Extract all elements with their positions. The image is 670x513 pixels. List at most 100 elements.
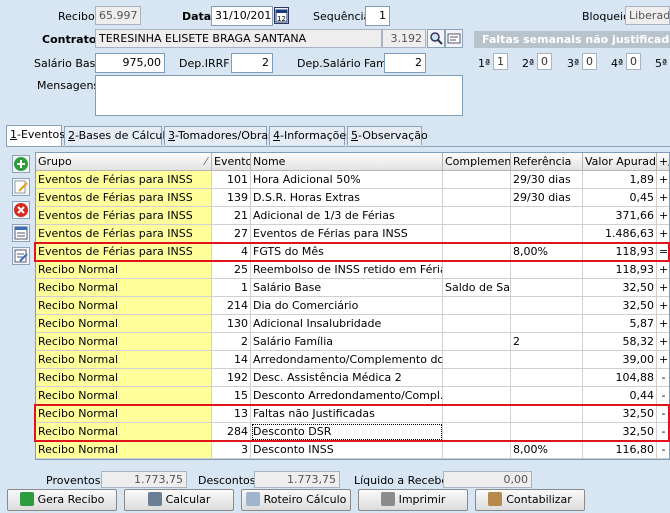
- cell-evento: 214: [212, 297, 251, 315]
- salario-label: Salário Base: [34, 57, 103, 70]
- arrow-icon: [19, 492, 34, 506]
- cell-grupo: Recibo Normal: [36, 441, 212, 459]
- cell-valor: 58,32: [583, 333, 657, 351]
- table-row[interactable]: Recibo Normal 192 Desc. Assistência Médi…: [36, 369, 669, 387]
- bloqueio-label: Bloqueio: [582, 10, 630, 23]
- list-icon[interactable]: [12, 224, 30, 242]
- cell-referencia: [511, 279, 583, 297]
- imprimir-button[interactable]: Imprimir: [358, 489, 468, 511]
- table-row[interactable]: Recibo Normal 1 Salário Base Saldo de Sa…: [36, 279, 669, 297]
- cell-grupo: Recibo Normal: [36, 315, 212, 333]
- cell-grupo: Eventos de Férias para INSS: [36, 171, 212, 189]
- roteiro-calculo-button[interactable]: Roteiro Cálculo: [241, 489, 351, 511]
- salario-field[interactable]: 975,00: [95, 53, 165, 73]
- search-contrato-icon[interactable]: [427, 29, 445, 48]
- cell-nome: Desconto Arredondamento/Compl. Mês: [251, 387, 443, 405]
- cell-valor: 32,50: [583, 297, 657, 315]
- contabilizar-button[interactable]: Contabilizar: [475, 489, 585, 511]
- liquido-label: Líquido a Receber: [354, 474, 453, 487]
- tab-informacoes[interactable]: 4-Informações: [269, 126, 352, 145]
- calcular-button[interactable]: Calcular: [124, 489, 234, 511]
- cell-referencia: 29/30 dias: [511, 189, 583, 207]
- cell-complemento: [443, 315, 511, 333]
- contrato-code-field: 3.192: [382, 29, 426, 48]
- data-field[interactable]: 31/10/2016: [211, 6, 273, 26]
- week-2-field[interactable]: 0: [537, 53, 552, 70]
- col-header-valor[interactable]: Valor Apurado: [583, 153, 657, 171]
- table-row[interactable]: Recibo Normal 13 Faltas não Justificadas…: [36, 405, 669, 423]
- table-row[interactable]: Eventos de Férias para INSS 21 Adicional…: [36, 207, 669, 225]
- recibo-field: 65.997: [95, 6, 141, 25]
- cell-grupo: Eventos de Férias para INSS: [36, 207, 212, 225]
- cell-sinal: +: [657, 279, 669, 297]
- col-header-grupo[interactable]: Grupo ⁄: [36, 153, 212, 171]
- table-row[interactable]: Eventos de Férias para INSS 139 D.S.R. H…: [36, 189, 669, 207]
- table-row[interactable]: Eventos de Férias para INSS 4 FGTS do Mê…: [36, 243, 669, 261]
- edit-icon[interactable]: [12, 178, 30, 196]
- cell-nome: Dia do Comerciário: [251, 297, 443, 315]
- cell-valor: 1,89: [583, 171, 657, 189]
- contrato-label: Contrato: [42, 33, 97, 46]
- bloqueio-field: Liberado: [625, 6, 670, 25]
- cell-grupo: Eventos de Férias para INSS: [36, 243, 212, 261]
- cell-valor: 39,00: [583, 351, 657, 369]
- table-row[interactable]: Recibo Normal 14 Arredondamento/Compleme…: [36, 351, 669, 369]
- table-row[interactable]: Recibo Normal 2 Salário Família 2 58,32 …: [36, 333, 669, 351]
- cell-evento: 15: [212, 387, 251, 405]
- cell-sinal: +: [657, 207, 669, 225]
- cell-sinal: -: [657, 387, 669, 405]
- cell-nome: Eventos de Férias para INSS: [251, 225, 443, 243]
- proventos-label: Proventos: [46, 474, 101, 487]
- sequencia-field[interactable]: 1: [365, 6, 390, 26]
- cell-nome: Salário Base: [251, 279, 443, 297]
- table-row[interactable]: Recibo Normal 214 Dia do Comerciário 32,…: [36, 297, 669, 315]
- table-row[interactable]: Recibo Normal 25 Reembolso de INSS retid…: [36, 261, 669, 279]
- tab-eventos[interactable]: 1-Eventos: [6, 125, 65, 146]
- cell-grupo: Recibo Normal: [36, 279, 212, 297]
- depsal-field[interactable]: 2: [384, 53, 426, 73]
- table-row[interactable]: Recibo Normal 15 Desconto Arredondamento…: [36, 387, 669, 405]
- col-header-complemento[interactable]: Complemento: [443, 153, 511, 171]
- cell-nome: Desc. Assistência Médica 2: [251, 369, 443, 387]
- cell-valor: 118,93: [583, 243, 657, 261]
- week-1-field[interactable]: 1: [493, 53, 508, 70]
- col-header-sinal[interactable]: +/-: [657, 153, 669, 171]
- cell-grupo: Recibo Normal: [36, 369, 212, 387]
- week-4-field[interactable]: 0: [626, 53, 641, 70]
- cell-grupo: Eventos de Férias para INSS: [36, 189, 212, 207]
- cell-valor: 118,93: [583, 261, 657, 279]
- tab-tomadores-obras[interactable]: 3-Tomadores/Obras: [164, 126, 274, 145]
- depirrf-field[interactable]: 2: [231, 53, 273, 73]
- depirrf-label: Dep.IRRF: [179, 57, 230, 70]
- table-row[interactable]: Recibo Normal 3 Desconto INSS 8,00% 116,…: [36, 441, 669, 459]
- tab-observacao[interactable]: 5-Observação: [347, 126, 428, 145]
- cell-referencia: [511, 207, 583, 225]
- cell-nome: Arredondamento/Complemento do Mês: [251, 351, 443, 369]
- week-4-label: 4ª: [611, 57, 624, 70]
- mensagens-field[interactable]: [95, 75, 463, 116]
- card-icon[interactable]: [445, 29, 463, 48]
- notes-icon[interactable]: [12, 247, 30, 265]
- cell-sinal: +: [657, 333, 669, 351]
- descontos-field: 1.773,75: [254, 471, 340, 488]
- table-row[interactable]: Eventos de Férias para INSS 101 Hora Adi…: [36, 171, 669, 189]
- week-3-field[interactable]: 0: [582, 53, 597, 70]
- cell-sinal: +: [657, 171, 669, 189]
- cell-referencia: 8,00%: [511, 243, 583, 261]
- cell-valor: 5,87: [583, 315, 657, 333]
- cell-sinal: -: [657, 441, 669, 459]
- add-icon[interactable]: [12, 155, 30, 173]
- cell-evento: 1: [212, 279, 251, 297]
- table-row[interactable]: Eventos de Férias para INSS 27 Eventos d…: [36, 225, 669, 243]
- col-header-referencia[interactable]: Referência: [511, 153, 583, 171]
- table-row[interactable]: Recibo Normal 130 Adicional Insalubridad…: [36, 315, 669, 333]
- gera-recibo-button[interactable]: Gera Recibo: [7, 489, 117, 511]
- cell-grupo: Recibo Normal: [36, 405, 212, 423]
- calendar-icon[interactable]: 12: [274, 7, 289, 24]
- col-header-evento[interactable]: Evento: [212, 153, 251, 171]
- table-row[interactable]: Recibo Normal 284 Desconto DSR 32,50 -: [36, 423, 669, 441]
- descontos-label: Descontos: [198, 474, 256, 487]
- col-header-nome[interactable]: Nome: [251, 153, 443, 171]
- tab-bases-calculo[interactable]: 2-Bases de Cálculo: [64, 126, 172, 145]
- delete-icon[interactable]: [12, 201, 30, 219]
